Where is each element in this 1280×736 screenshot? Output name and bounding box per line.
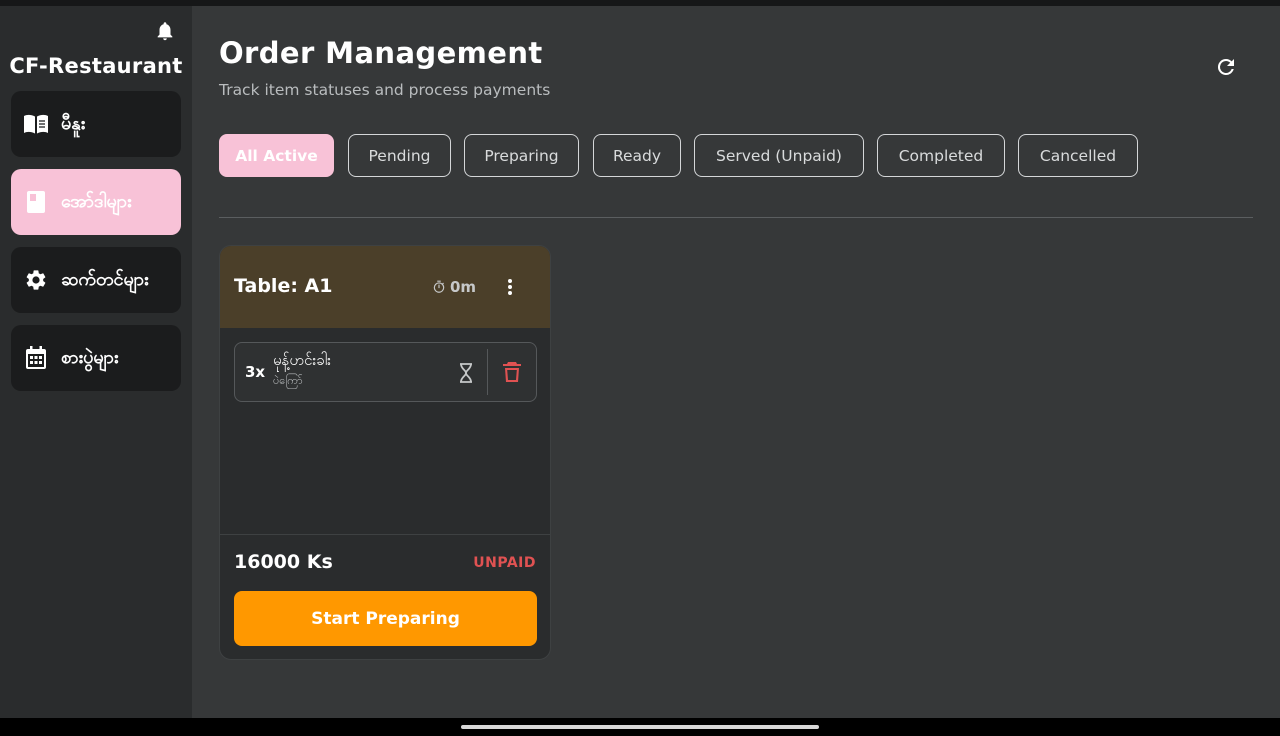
sidebar-item-label: အော်ဒါများ [61, 190, 132, 212]
filter-preparing[interactable]: Preparing [464, 134, 579, 177]
divider [219, 217, 1253, 218]
divider [487, 349, 488, 395]
item-note: ပဲကြော် [273, 374, 303, 387]
gear-icon [23, 267, 49, 293]
order-total: 16000 Ks [234, 551, 333, 573]
item-quantity: 3x [245, 363, 266, 381]
payment-status-badge: UNPAID [473, 555, 536, 571]
order-card-header: Table: A1 0m [220, 246, 550, 328]
table-label: Table: A1 [234, 275, 333, 297]
sidebar-item-menu[interactable]: မီနူး [11, 91, 181, 157]
elapsed-time: 0m [432, 278, 476, 296]
start-preparing-button[interactable]: Start Preparing [234, 591, 537, 646]
hourglass-icon[interactable] [457, 362, 475, 384]
filter-all-active[interactable]: All Active [219, 134, 334, 177]
divider [220, 534, 550, 535]
home-gesture-handle[interactable] [461, 725, 819, 729]
calendar-icon [23, 345, 49, 371]
timer-icon [433, 280, 445, 293]
filter-completed[interactable]: Completed [877, 134, 1005, 177]
refresh-icon[interactable] [1214, 55, 1238, 79]
sidebar-item-orders[interactable]: အော်ဒါများ [11, 169, 181, 235]
main-content: Order Management Track item statuses and… [192, 6, 1280, 718]
filter-pending[interactable]: Pending [348, 134, 451, 177]
elapsed-value: 0m [450, 278, 477, 296]
filter-ready[interactable]: Ready [593, 134, 681, 177]
sidebar-item-label: ဆက်တင်များ [61, 268, 149, 290]
sidebar-item-tables[interactable]: စားပွဲများ [11, 325, 181, 391]
filter-cancelled[interactable]: Cancelled [1018, 134, 1138, 177]
sidebar-item-settings[interactable]: ဆက်တင်များ [11, 247, 181, 313]
delete-icon[interactable] [502, 361, 522, 383]
app-name: CF-Restaurant [9, 54, 183, 78]
bell-icon[interactable] [154, 20, 176, 42]
page-subtitle: Track item statuses and process payments [219, 81, 551, 99]
more-options-icon[interactable] [502, 276, 518, 298]
sidebar-item-label: မီနူး [61, 112, 86, 134]
filter-served-unpaid[interactable]: Served (Unpaid) [694, 134, 864, 177]
receipt-icon [23, 189, 49, 215]
order-item-row: 3x မုန့်ဟင်းခါး ပဲကြော် [234, 342, 537, 402]
sidebar-item-label: စားပွဲများ [61, 346, 119, 368]
sidebar: CF-Restaurant မီနူး အော်ဒါများ ဆက်တင်မျာ… [0, 6, 192, 718]
menu-book-icon [23, 111, 49, 137]
page-title: Order Management [219, 36, 543, 70]
order-card: Table: A1 0m 3x မုန့်ဟင်းခါး ပဲကြော် 160… [219, 245, 551, 660]
item-name: မုန့်ဟင်းခါး [273, 351, 331, 369]
